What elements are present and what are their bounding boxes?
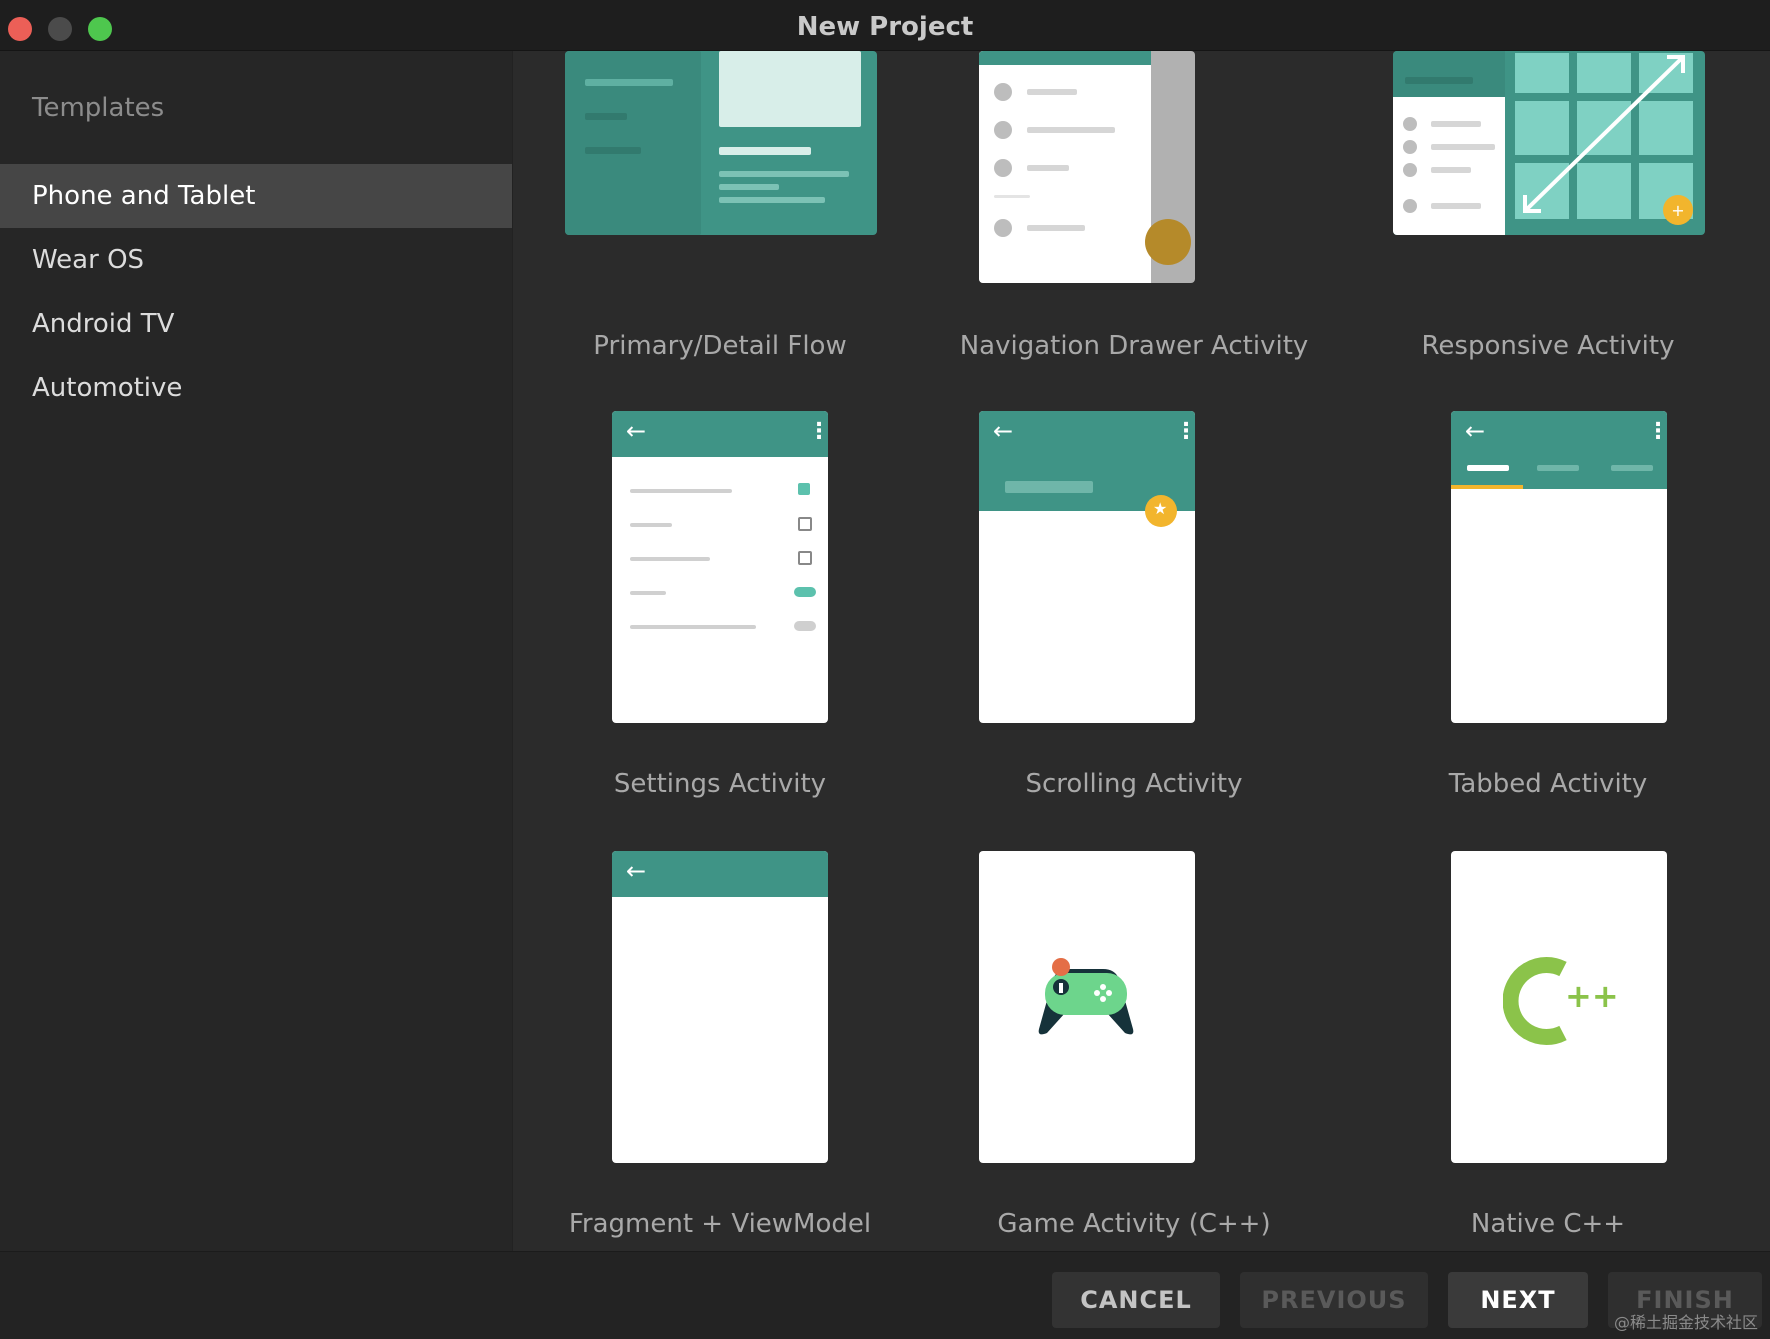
settings-activity-preview: ← ⋮ <box>612 411 828 723</box>
template-label: Scrolling Activity <box>1025 769 1243 799</box>
overflow-menu-icon: ⋮ <box>1647 419 1667 444</box>
template-card-game-activity[interactable]: Game Activity (C++) <box>927 851 1341 1239</box>
template-label: Settings Activity <box>613 769 827 799</box>
template-card-responsive-activity[interactable]: + Responsive Activity <box>1341 51 1755 371</box>
template-card-native-cpp[interactable]: ++ Native C++ <box>1341 851 1755 1239</box>
tabbed-activity-preview: ← ⋮ <box>1451 411 1667 723</box>
watermark: @稀土掘金技术社区 <box>1613 1313 1758 1332</box>
template-label: Native C++ <box>1470 1209 1626 1239</box>
template-card-scrolling-activity[interactable]: ← ⋮ ★ Scrolling Activity <box>927 411 1341 799</box>
back-arrow-icon: ← <box>1465 417 1486 445</box>
template-card-settings-activity[interactable]: ← ⋮ Settings Activity <box>513 411 927 799</box>
responsive-activity-preview: + <box>1393 51 1705 235</box>
template-label: Navigation Drawer Activity <box>959 331 1309 361</box>
template-label: Fragment + ViewModel <box>568 1209 872 1239</box>
title-bar: New Project <box>0 0 1770 51</box>
overflow-menu-icon: ⋮ <box>1175 419 1195 444</box>
window-title: New Project <box>796 12 974 42</box>
fragment-viewmodel-preview: ← <box>612 851 828 1163</box>
dialog-footer: CANCEL PREVIOUS NEXT FINISH @稀土掘金技术社区 <box>0 1251 1770 1339</box>
template-label: Responsive Activity <box>1421 331 1675 361</box>
native-cpp-preview: ++ <box>1451 851 1667 1163</box>
previous-button[interactable]: PREVIOUS <box>1240 1272 1428 1328</box>
primary-detail-preview <box>565 51 877 235</box>
sidebar-item-android-tv[interactable]: Android TV <box>0 292 512 356</box>
responsive-grid-graphic: + <box>1515 53 1693 225</box>
cpp-logo-icon: ++ <box>1503 957 1619 1045</box>
template-card-tabbed-activity[interactable]: ← ⋮ Tabbed Activity <box>1341 411 1755 799</box>
template-card-navigation-drawer-activity[interactable]: Navigation Drawer Activity <box>927 51 1341 371</box>
back-arrow-icon: ← <box>626 857 647 885</box>
star-icon: ★ <box>1153 499 1168 518</box>
svg-text:+: + <box>1671 201 1684 220</box>
template-label: Primary/Detail Flow <box>593 331 847 361</box>
back-arrow-icon: ← <box>626 417 647 445</box>
navigation-drawer-preview <box>979 51 1195 283</box>
template-category-sidebar: Templates Phone and Tablet Wear OS Andro… <box>0 51 513 1251</box>
sidebar-item-wear-os[interactable]: Wear OS <box>0 228 512 292</box>
sidebar-header: Templates <box>32 93 165 123</box>
template-card-primary-detail-flow[interactable]: Primary/Detail Flow <box>513 51 927 371</box>
template-label: Game Activity (C++) <box>997 1209 1271 1239</box>
sidebar-item-phone-and-tablet[interactable]: Phone and Tablet <box>0 164 512 228</box>
scrolling-activity-preview: ← ⋮ ★ <box>979 411 1195 723</box>
gamepad-icon <box>1038 958 1134 1035</box>
overflow-menu-icon: ⋮ <box>808 419 828 444</box>
back-arrow-icon: ← <box>993 417 1014 445</box>
game-activity-preview <box>979 851 1195 1163</box>
template-label: Tabbed Activity <box>1448 769 1648 799</box>
template-grid: Primary/Detail Flow Navigation Drawer Ac… <box>513 51 1770 1251</box>
next-button[interactable]: NEXT <box>1448 1272 1588 1328</box>
svg-text:++: ++ <box>1565 977 1619 1015</box>
template-card-fragment-viewmodel[interactable]: ← Fragment + ViewModel <box>513 851 927 1239</box>
cancel-button[interactable]: CANCEL <box>1052 1272 1220 1328</box>
sidebar-item-automotive[interactable]: Automotive <box>0 356 512 420</box>
